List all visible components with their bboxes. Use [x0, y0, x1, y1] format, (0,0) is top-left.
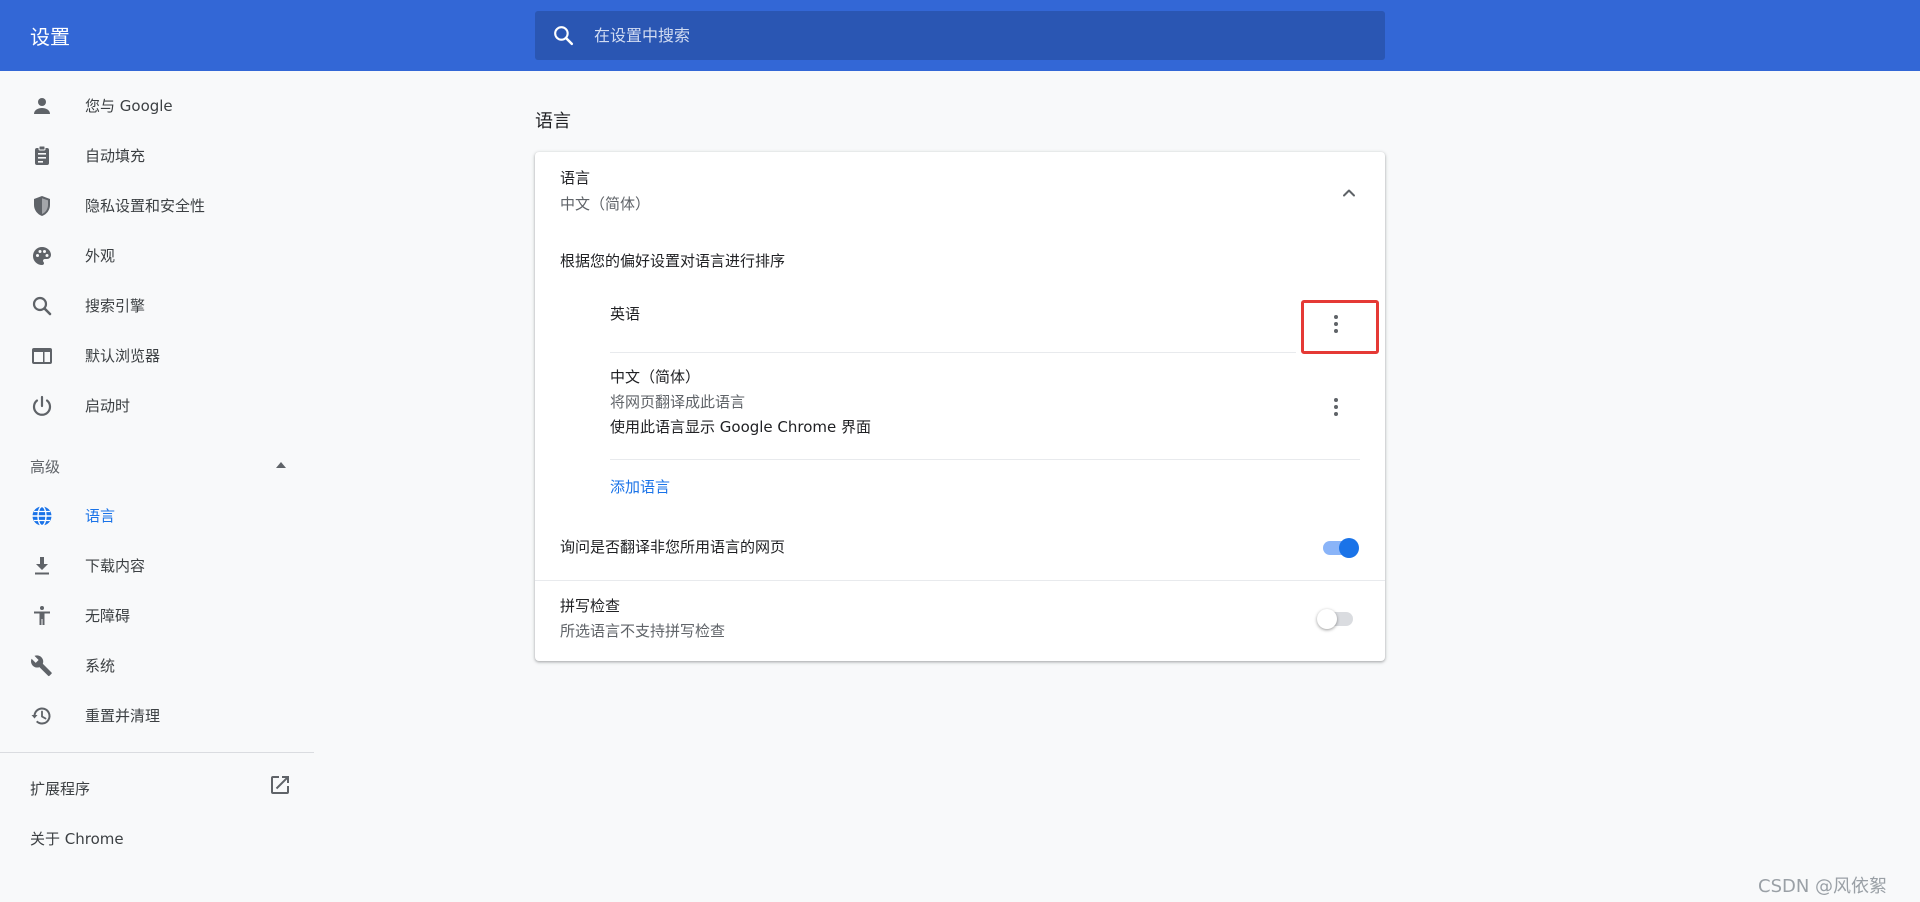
top-bar: 设置 — [0, 0, 1920, 71]
shield-icon — [34, 196, 50, 216]
sidebar-item-label: 系统 — [85, 657, 116, 675]
list-item: 中文（简体） 将网页翻译成此语言 使用此语言显示 Google Chrome 界… — [610, 366, 1310, 446]
add-language-link[interactable]: 添加语言 — [610, 476, 670, 498]
history-icon — [31, 707, 51, 725]
sidebar-item-reset[interactable]: 重置并清理 — [0, 691, 314, 741]
language-name: 中文（简体） — [610, 368, 701, 386]
open-in-new-icon[interactable] — [268, 773, 292, 797]
sidebar-item-autofill[interactable]: 自动填充 — [0, 131, 314, 181]
power-icon — [32, 395, 52, 416]
sidebar-item-label: 默认浏览器 — [85, 347, 161, 365]
sidebar: 您与 Google 自动填充 隐私设置和安全性 外观 搜索引擎 默认浏览器 启动… — [0, 71, 314, 902]
spellcheck-title: 拼写检查 — [560, 597, 621, 615]
spellcheck-subtitle: 所选语言不支持拼写检查 — [560, 622, 726, 640]
language-order-hint: 根据您的偏好设置对语言进行排序 — [560, 252, 786, 270]
language-name: 英语 — [610, 305, 641, 323]
sidebar-item-label: 外观 — [85, 247, 116, 265]
globe-icon — [32, 505, 52, 527]
search-input[interactable] — [592, 11, 1362, 60]
sidebar-item-on-startup[interactable]: 启动时 — [0, 381, 314, 431]
sidebar-item-label: 搜索引擎 — [85, 297, 146, 315]
sidebar-item-search-engine[interactable]: 搜索引擎 — [0, 281, 314, 331]
sidebar-item-label: 自动填充 — [85, 147, 146, 165]
sidebar-item-system[interactable]: 系统 — [0, 641, 314, 691]
sidebar-item-you-and-google[interactable]: 您与 Google — [0, 81, 314, 131]
sidebar-item-label: 启动时 — [85, 397, 131, 415]
list-item: 英语 — [610, 292, 1360, 352]
app-title: 设置 — [30, 25, 70, 49]
search-icon — [554, 26, 574, 46]
more-vert-icon[interactable] — [1324, 395, 1348, 419]
palette-icon — [33, 247, 51, 265]
browser-window-icon — [32, 348, 52, 364]
advanced-label: 高级 — [30, 458, 61, 476]
language-title: 语言 — [560, 169, 591, 187]
row-divider — [610, 459, 1360, 460]
sidebar-divider — [0, 752, 314, 753]
sidebar-item-privacy[interactable]: 隐私设置和安全性 — [0, 181, 314, 231]
language-detail: 将网页翻译成此语言 — [610, 393, 746, 411]
sidebar-item-downloads[interactable]: 下载内容 — [0, 541, 314, 591]
language-detail: 使用此语言显示 Google Chrome 界面 — [610, 418, 872, 436]
section-divider — [535, 580, 1385, 581]
chevron-up-icon[interactable] — [1337, 181, 1361, 205]
extensions-link[interactable]: 扩展程序 — [30, 778, 90, 799]
search-icon — [32, 296, 52, 316]
sidebar-item-label: 无障碍 — [85, 607, 131, 625]
row-divider — [610, 352, 1296, 353]
accessibility-icon — [34, 606, 50, 625]
language-value: 中文（简体） — [560, 195, 651, 213]
translate-label: 询问是否翻译非您所用语言的网页 — [560, 538, 786, 556]
sidebar-item-languages[interactable]: 语言 — [0, 491, 314, 541]
sidebar-item-appearance[interactable]: 外观 — [0, 231, 314, 281]
sidebar-item-default-browser[interactable]: 默认浏览器 — [0, 331, 314, 381]
page-title: 语言 — [535, 111, 571, 132]
person-icon — [34, 98, 50, 114]
highlight-annotation — [1301, 300, 1379, 354]
search-box[interactable] — [535, 11, 1385, 60]
toggle-knob — [1339, 538, 1359, 558]
wrench-icon — [31, 655, 52, 677]
advanced-section-toggle[interactable]: 高级 — [0, 444, 314, 488]
arrow-up-icon — [276, 462, 286, 468]
sidebar-item-label: 重置并清理 — [85, 707, 161, 725]
sidebar-item-label: 隐私设置和安全性 — [85, 197, 206, 215]
about-chrome-link[interactable]: 关于 Chrome — [30, 828, 124, 849]
download-icon — [35, 557, 49, 575]
language-header-row[interactable]: 语言 中文（简体） — [535, 152, 1385, 222]
languages-card: 语言 中文（简体） 根据您的偏好设置对语言进行排序 英语 中文（简体） 将网页翻… — [535, 152, 1385, 661]
sidebar-item-label: 您与 Google — [85, 97, 173, 115]
sidebar-item-label: 下载内容 — [85, 557, 146, 575]
sidebar-item-accessibility[interactable]: 无障碍 — [0, 591, 314, 641]
clipboard-icon — [35, 145, 49, 165]
toggle-knob — [1317, 609, 1337, 629]
sidebar-item-label: 语言 — [85, 507, 116, 525]
translate-toggle[interactable] — [1321, 536, 1359, 558]
watermark: CSDN @风依絮 — [1758, 876, 1888, 897]
spellcheck-toggle[interactable] — [1317, 607, 1355, 629]
